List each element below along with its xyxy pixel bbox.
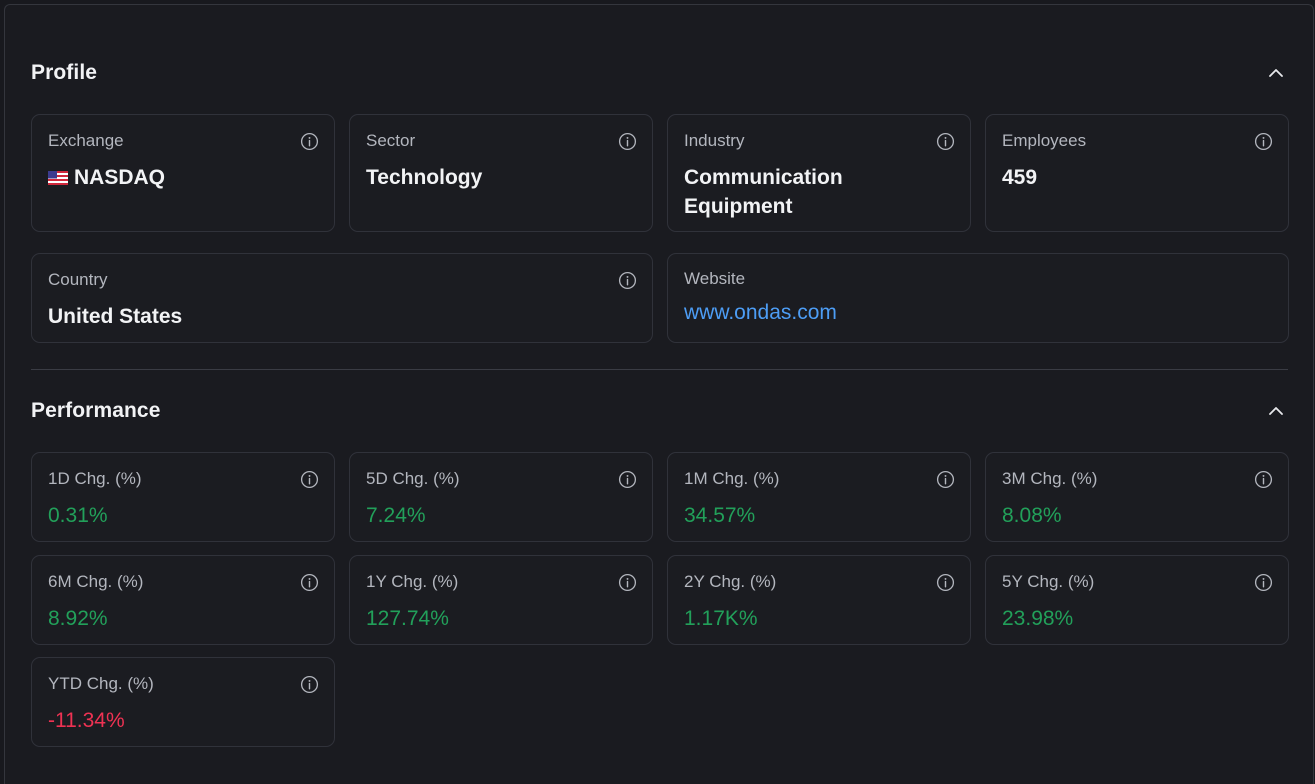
industry-label: Industry xyxy=(684,131,745,150)
info-icon[interactable] xyxy=(618,132,637,151)
country-label: Country xyxy=(48,270,108,289)
performance-title: Performance xyxy=(31,399,161,422)
section-divider xyxy=(31,369,1288,370)
profile-header[interactable]: Profile xyxy=(31,53,1288,93)
perf-value: 1.17K% xyxy=(684,607,758,630)
country-value: United States xyxy=(48,305,183,328)
website-label: Website xyxy=(684,269,746,288)
info-icon[interactable] xyxy=(1254,132,1273,151)
perf-card-5y: 5Y Chg. (%) 23.98% xyxy=(985,555,1289,645)
perf-card-6m: 6M Chg. (%) 8.92% xyxy=(31,555,335,645)
perf-label: YTD Chg. (%) xyxy=(48,674,154,693)
perf-label: 1Y Chg. (%) xyxy=(366,572,459,591)
perf-card-ytd: YTD Chg. (%) -11.34% xyxy=(31,657,335,747)
chevron-up-icon xyxy=(1269,69,1283,77)
industry-value: Communication Equipment xyxy=(684,163,843,221)
info-icon[interactable] xyxy=(618,470,637,489)
exchange-value: NASDAQ xyxy=(48,163,165,192)
industry-value-line1: Communication xyxy=(684,166,843,189)
exchange-label: Exchange xyxy=(48,131,124,150)
profile-title: Profile xyxy=(31,61,98,84)
perf-label: 1D Chg. (%) xyxy=(48,469,142,488)
perf-value: 127.74% xyxy=(366,607,449,630)
info-icon[interactable] xyxy=(300,470,319,489)
profile-section: Profile xyxy=(31,53,1288,93)
perf-card-1d: 1D Chg. (%) 0.31% xyxy=(31,452,335,542)
industry-card: Industry Communication Equipment xyxy=(667,114,971,232)
info-icon[interactable] xyxy=(300,132,319,151)
panel: Profile Exchange NASDAQ Sector Technolog… xyxy=(4,4,1314,784)
info-icon[interactable] xyxy=(300,675,319,694)
website-card: Website www.ondas.com xyxy=(667,253,1289,343)
perf-value: 23.98% xyxy=(1002,607,1074,630)
industry-value-line2: Equipment xyxy=(684,195,793,218)
perf-label: 5D Chg. (%) xyxy=(366,469,460,488)
us-flag-icon xyxy=(48,171,68,185)
perf-label: 6M Chg. (%) xyxy=(48,572,144,591)
exchange-card: Exchange NASDAQ xyxy=(31,114,335,232)
perf-card-1y: 1Y Chg. (%) 127.74% xyxy=(349,555,653,645)
employees-label: Employees xyxy=(1002,131,1087,150)
info-icon[interactable] xyxy=(1254,573,1273,592)
performance-collapse-button[interactable] xyxy=(1264,399,1288,423)
perf-card-2y: 2Y Chg. (%) 1.17K% xyxy=(667,555,971,645)
profile-collapse-button[interactable] xyxy=(1264,61,1288,85)
perf-label: 3M Chg. (%) xyxy=(1002,469,1098,488)
info-icon[interactable] xyxy=(936,132,955,151)
perf-value: 34.57% xyxy=(684,504,756,527)
performance-header[interactable]: Performance xyxy=(31,391,1288,431)
chevron-up-icon xyxy=(1269,407,1283,415)
perf-label: 5Y Chg. (%) xyxy=(1002,572,1095,591)
country-card: Country United States xyxy=(31,253,653,343)
perf-label: 2Y Chg. (%) xyxy=(684,572,777,591)
info-icon[interactable] xyxy=(936,470,955,489)
sector-card: Sector Technology xyxy=(349,114,653,232)
performance-section: Performance xyxy=(31,391,1288,431)
sector-value: Technology xyxy=(366,166,483,189)
perf-card-1m: 1M Chg. (%) 34.57% xyxy=(667,452,971,542)
perf-card-3m: 3M Chg. (%) 8.08% xyxy=(985,452,1289,542)
perf-value: 8.08% xyxy=(1002,504,1062,527)
perf-card-5d: 5D Chg. (%) 7.24% xyxy=(349,452,653,542)
perf-value: -11.34% xyxy=(48,709,125,732)
info-icon[interactable] xyxy=(1254,470,1273,489)
info-icon[interactable] xyxy=(300,573,319,592)
perf-value: 8.92% xyxy=(48,607,108,630)
employees-value: 459 xyxy=(1002,166,1038,189)
perf-value: 7.24% xyxy=(366,504,426,527)
sector-label: Sector xyxy=(366,131,416,150)
perf-label: 1M Chg. (%) xyxy=(684,469,780,488)
info-icon[interactable] xyxy=(618,573,637,592)
employees-card: Employees 459 xyxy=(985,114,1289,232)
info-icon[interactable] xyxy=(936,573,955,592)
perf-value: 0.31% xyxy=(48,504,108,527)
website-link[interactable]: www.ondas.com xyxy=(684,301,837,324)
info-icon[interactable] xyxy=(618,271,637,290)
exchange-name: NASDAQ xyxy=(74,166,166,189)
